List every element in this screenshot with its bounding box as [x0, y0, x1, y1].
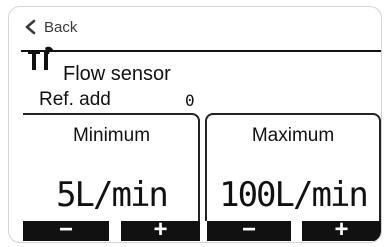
- minimum-panel: Minimum 5L/min − +: [23, 113, 200, 241]
- minimum-decrease-button[interactable]: −: [23, 215, 109, 243]
- chevron-left-icon: [25, 19, 36, 35]
- minimum-value: 5L/min: [56, 175, 169, 215]
- maximum-value: 100L/min: [219, 175, 369, 215]
- minimum-increase-button[interactable]: +: [121, 215, 200, 243]
- tools-icon: [28, 46, 53, 70]
- back-label: Back: [44, 18, 78, 36]
- ref-add-value: 0: [185, 91, 195, 110]
- maximum-increase-button[interactable]: +: [302, 215, 381, 243]
- device-screen: Back Flow sensor Ref. add 0 Minimum 5L/m…: [8, 6, 382, 243]
- back-button[interactable]: Back: [23, 15, 77, 39]
- plus-icon: +: [153, 215, 168, 243]
- minus-icon: −: [241, 215, 256, 243]
- page-title: Flow sensor: [63, 63, 171, 85]
- maximum-decrease-button[interactable]: −: [207, 215, 291, 243]
- minimum-label: Minimum: [72, 125, 151, 146]
- minus-icon: −: [58, 215, 73, 243]
- maximum-label: Maximum: [251, 125, 335, 146]
- maximum-panel: Maximum 100L/min − +: [205, 113, 381, 241]
- plus-icon: +: [334, 215, 349, 243]
- header-divider: [21, 50, 381, 52]
- ref-add-label: Ref. add: [39, 89, 111, 110]
